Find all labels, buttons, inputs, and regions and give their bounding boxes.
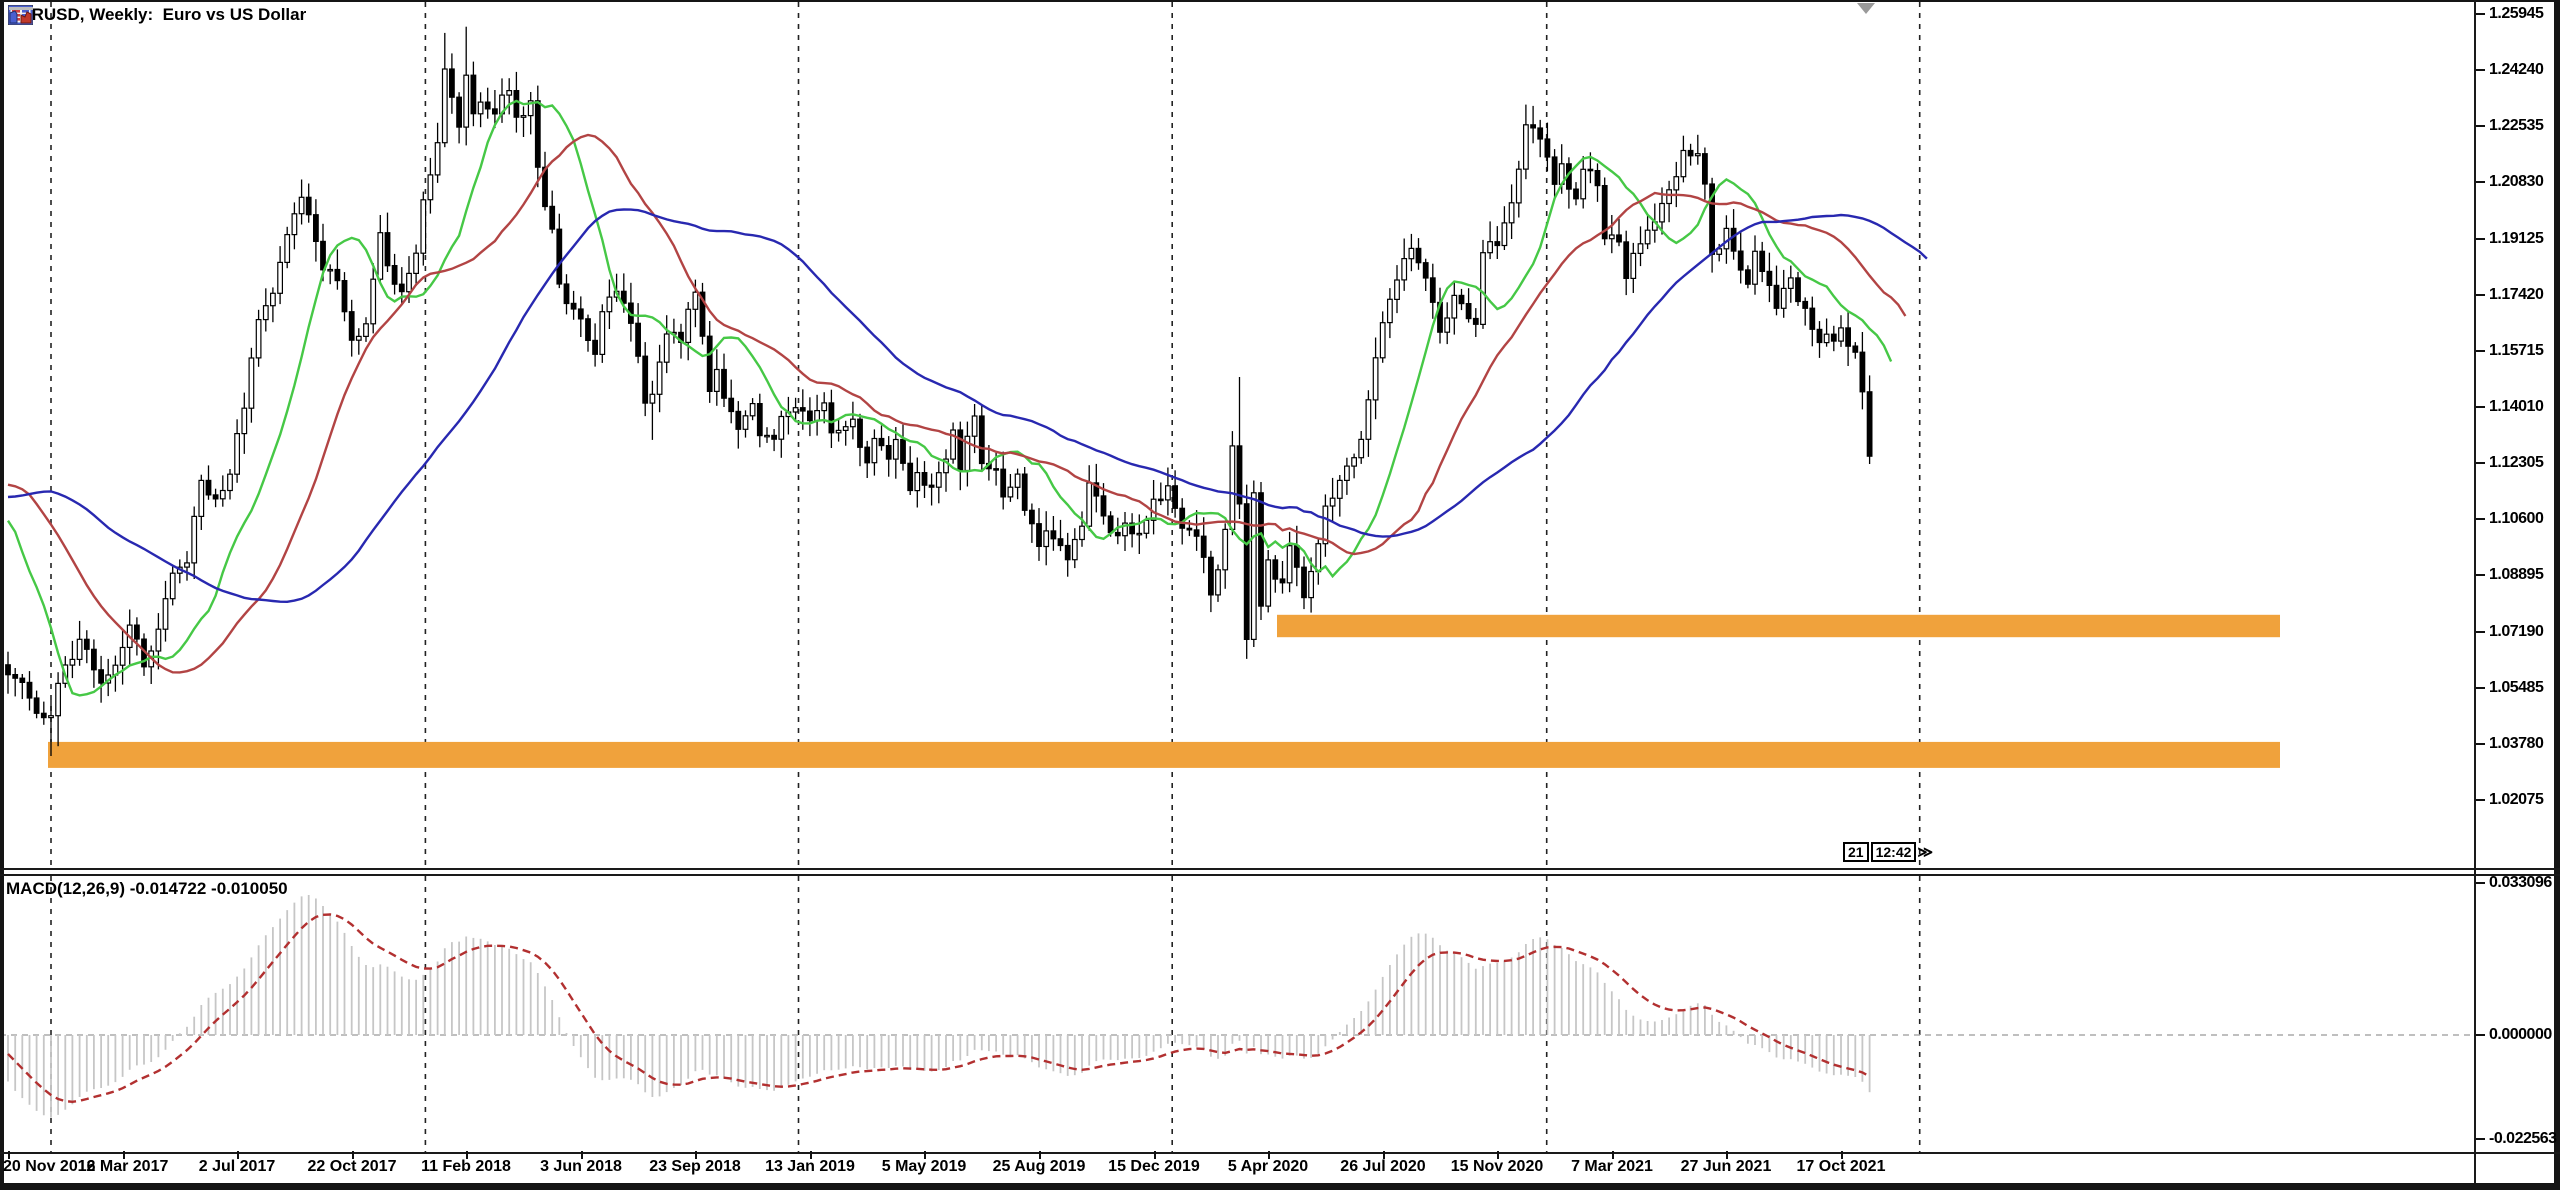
price-tick: 1.07190 (2476, 624, 2543, 640)
pane-divider[interactable] (0, 868, 2560, 870)
date-label: 13 Jan 2019 (750, 1158, 870, 1176)
chart-title-bar: EURUSD, Weekly: Euro vs US Dollar (8, 5, 306, 25)
window-border-left (0, 0, 4, 1190)
date-label: 22 Oct 2017 (292, 1158, 412, 1176)
date-label: 5 Apr 2020 (1208, 1158, 1328, 1176)
macd-tick: 0.000000 (2476, 1027, 2552, 1043)
date-label: 17 Oct 2021 (1781, 1158, 1901, 1176)
date-label: 23 Sep 2018 (635, 1158, 755, 1176)
indicators-icon (8, 5, 34, 25)
chart-window: EURUSD, Weekly: Euro vs US Dollar MACD(1… (0, 0, 2560, 1190)
price-axis[interactable]: 1.25945 1.24240 1.22535 1.20830 1.19125 1.174… (2476, 0, 2554, 869)
price-tick: 1.03780 (2476, 736, 2543, 752)
price-tick: 1.17420 (2476, 287, 2543, 303)
price-tick: 1.19125 (2476, 231, 2543, 247)
scroll-anchor-triangle-icon[interactable] (1857, 3, 1875, 14)
price-tick: 1.25945 (2476, 6, 2543, 22)
price-tick: 1.14010 (2476, 399, 2543, 415)
date-label: 27 Jun 2021 (1666, 1158, 1786, 1176)
price-tick: 1.12305 (2476, 455, 2543, 471)
price-tick: 1.05485 (2476, 680, 2543, 696)
chart-title: EURUSD, Weekly: Euro vs US Dollar (8, 5, 306, 25)
date-label: 2 Jul 2017 (177, 1158, 297, 1176)
price-tick: 1.20830 (2476, 174, 2543, 190)
date-label: 5 May 2019 (864, 1158, 984, 1176)
window-border-top (0, 0, 2560, 2)
chevron-right-icon: ≫ (1917, 843, 1933, 861)
date-label: 7 Mar 2021 (1552, 1158, 1672, 1176)
date-label: 15 Nov 2020 (1437, 1158, 1557, 1176)
date-label: 11 Feb 2018 (406, 1158, 526, 1176)
date-axis-separator (0, 1152, 2560, 1154)
price-tick: 1.24240 (2476, 62, 2543, 78)
window-border-bottom (0, 1183, 2560, 1190)
price-tick: 1.10600 (2476, 511, 2543, 527)
price-tick: 1.22535 (2476, 118, 2543, 134)
date-label: 15 Dec 2019 (1094, 1158, 1214, 1176)
macd-tick: 0.033096 (2476, 875, 2552, 891)
macd-tick: -0.022563 (2476, 1131, 2557, 1147)
price-tick: 1.08895 (2476, 567, 2543, 583)
window-border-right (2554, 0, 2560, 1190)
pane-divider[interactable] (0, 874, 2560, 876)
date-axis[interactable]: 20 Nov 201612 Mar 20172 Jul 201722 Oct 2… (0, 1155, 2474, 1183)
price-tick: 1.02075 (2476, 792, 2543, 808)
macd-value-axis[interactable]: 0.033096 0.000000 -0.022563 (2476, 876, 2554, 1152)
bar-countdown-tag: 21 12:42 ≫ (1843, 842, 1933, 862)
countdown-days: 21 (1843, 842, 1869, 862)
date-label: 12 Mar 2017 (63, 1158, 183, 1176)
price-pane-chart[interactable] (0, 0, 2474, 869)
macd-indicator-label: MACD(12,26,9) -0.014722 -0.010050 (6, 879, 288, 899)
date-label: 3 Jun 2018 (521, 1158, 641, 1176)
countdown-time: 12:42 (1871, 842, 1917, 862)
macd-pane-chart[interactable] (0, 876, 2474, 1152)
price-tick: 1.15715 (2476, 343, 2543, 359)
date-label: 25 Aug 2019 (979, 1158, 1099, 1176)
date-label: 26 Jul 2020 (1323, 1158, 1443, 1176)
